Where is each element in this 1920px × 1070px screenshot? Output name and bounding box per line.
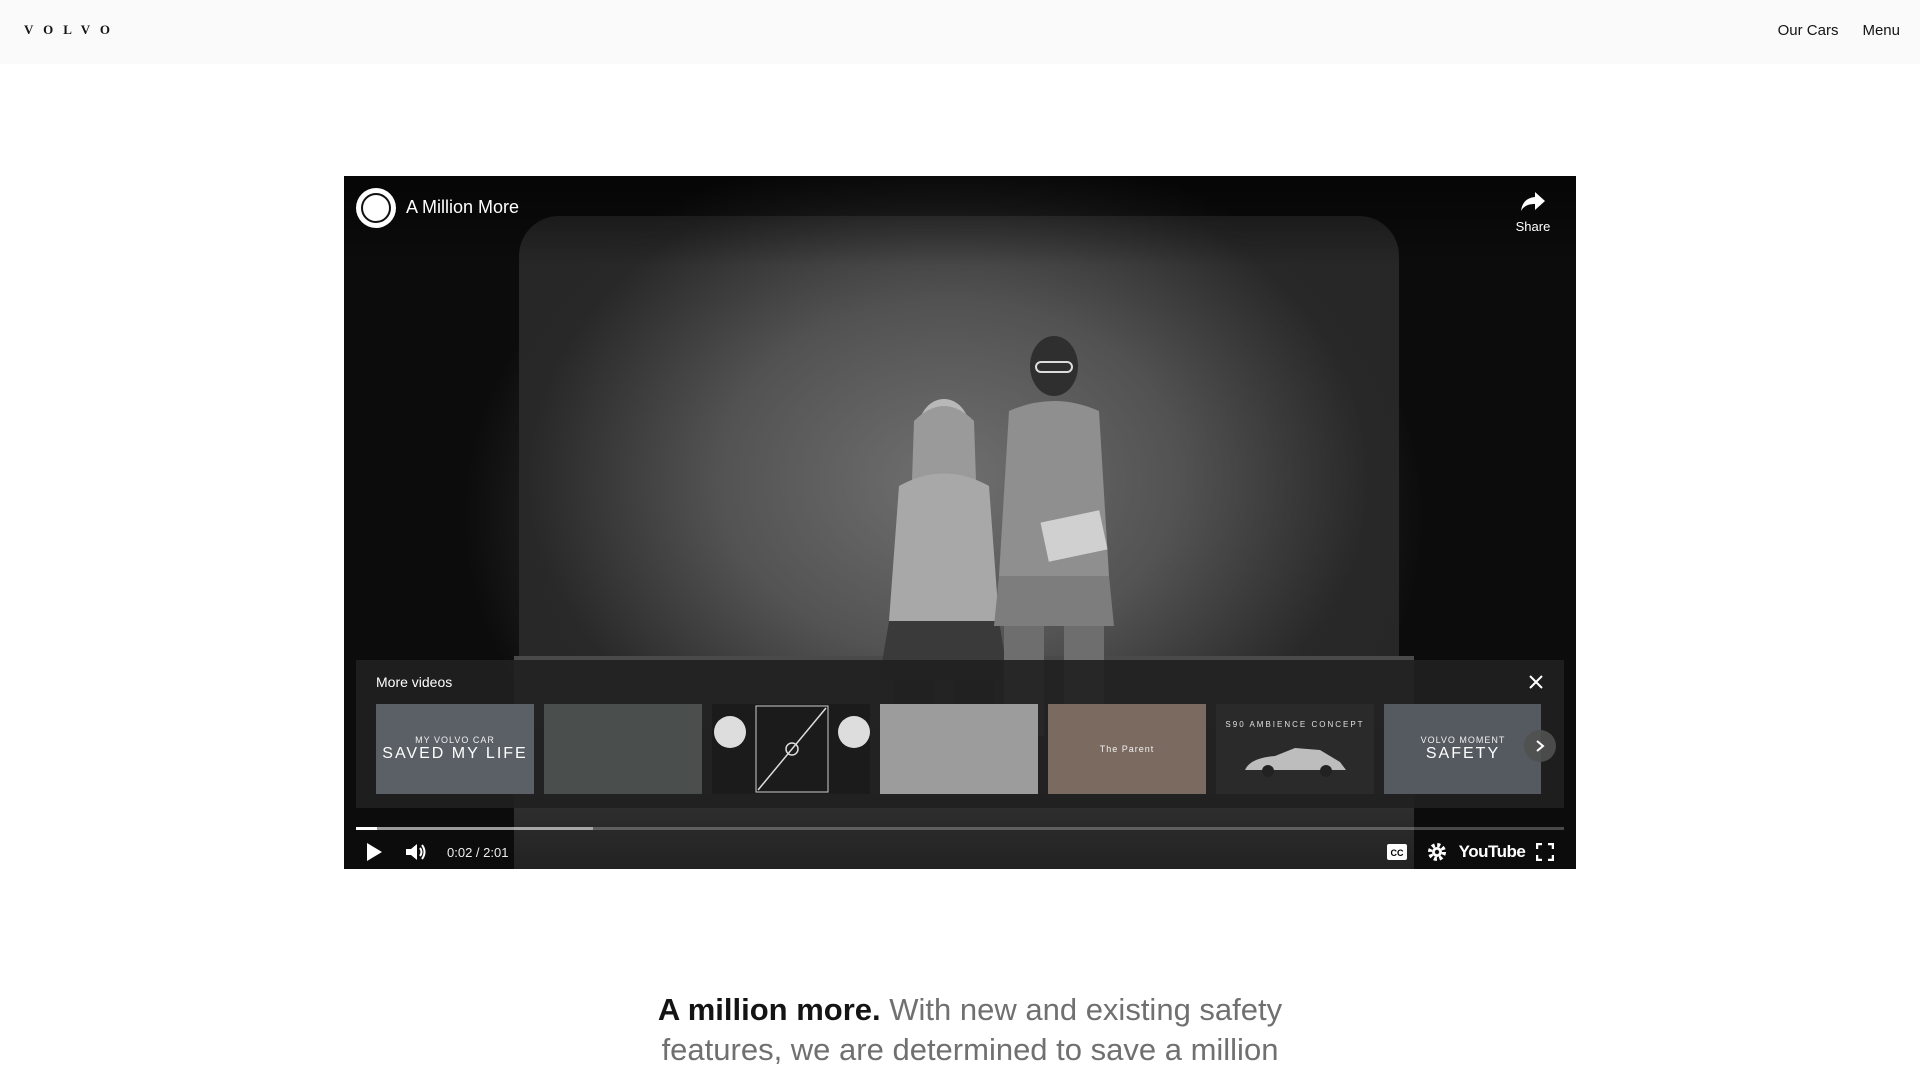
section-headline: A million more. With new and existing sa… [620,990,1320,1070]
share-label: Share [1515,219,1551,234]
youtube-label: YouTube [1458,842,1526,861]
close-icon [1529,675,1543,689]
settings-icon [1428,843,1446,861]
thumbnail-caption-small: S90 AMBIENCE CONCEPT [1225,720,1365,729]
youtube-logo[interactable]: YouTube [1459,838,1526,866]
top-nav: Our Cars Menu [1778,22,1900,39]
more-videos-close-button[interactable] [1524,670,1548,694]
progress-loaded [356,827,593,830]
share-icon [1521,192,1545,211]
volume-icon [406,844,426,860]
volvo-logo[interactable]: VOLVO [24,22,120,38]
top-gradient [344,176,1576,266]
play-button[interactable] [358,838,390,866]
thumbnail-caption: SAFETY [1425,745,1501,762]
video-thumbnail[interactable]: S90 AMBIENCE CONCEPT [1216,704,1374,794]
progress-bar[interactable] [356,827,1564,830]
play-icon [367,843,382,861]
video-player[interactable]: A Million More Share More videos MY VOLV… [344,176,1576,869]
video-thumbnail[interactable] [880,704,1038,794]
thumbnail-caption-small: VOLVO MOMENT [1420,735,1506,745]
share-button[interactable]: Share [1508,190,1558,234]
cc-icon: CC [1387,844,1407,860]
progress-played [356,827,377,830]
more-videos-list: MY VOLVO CAR SAVED MY LIFE The Parent S9… [376,704,1541,794]
nav-menu[interactable]: Menu [1862,22,1900,39]
thumbnail-caption: SAVED MY LIFE [382,745,528,762]
video-thumbnail[interactable]: MY VOLVO CAR SAVED MY LIFE [376,704,534,794]
video-thumbnail[interactable] [544,704,702,794]
more-videos-title: More videos [376,674,453,690]
svg-text:CC: CC [1391,848,1404,858]
player-controls: 0:02 / 2:01 CC YouTube [344,834,1576,869]
fullscreen-button[interactable] [1530,838,1560,866]
video-thumbnail[interactable]: The Parent [1048,704,1206,794]
car-silhouette [1245,748,1346,777]
time-display: 0:02 / 2:01 [447,845,509,860]
nav-our-cars[interactable]: Our Cars [1778,22,1839,39]
thumbnail-art [714,705,870,793]
volvo-channel-icon [361,193,391,223]
channel-avatar[interactable] [356,188,396,228]
thumbnail-caption-small: The Parent [1099,744,1155,754]
mute-button[interactable] [400,838,432,866]
video-thumbnail[interactable]: VOLVO MOMENT SAFETY [1384,704,1541,794]
chevron-right-icon [1536,740,1545,752]
thumbnail-caption-small: MY VOLVO CAR [415,735,495,745]
settings-button[interactable] [1422,838,1452,866]
headline-strong: A million more. [657,992,881,1027]
video-title[interactable]: A Million More [406,197,519,218]
captions-button[interactable]: CC [1382,838,1412,866]
site-header: VOLVO Our Cars Menu [0,0,1920,64]
fullscreen-icon [1536,843,1554,861]
more-videos-next-button[interactable] [1524,730,1556,762]
more-videos-panel: More videos MY VOLVO CAR SAVED MY LIFE T… [356,660,1564,808]
video-thumbnail[interactable] [712,704,870,794]
